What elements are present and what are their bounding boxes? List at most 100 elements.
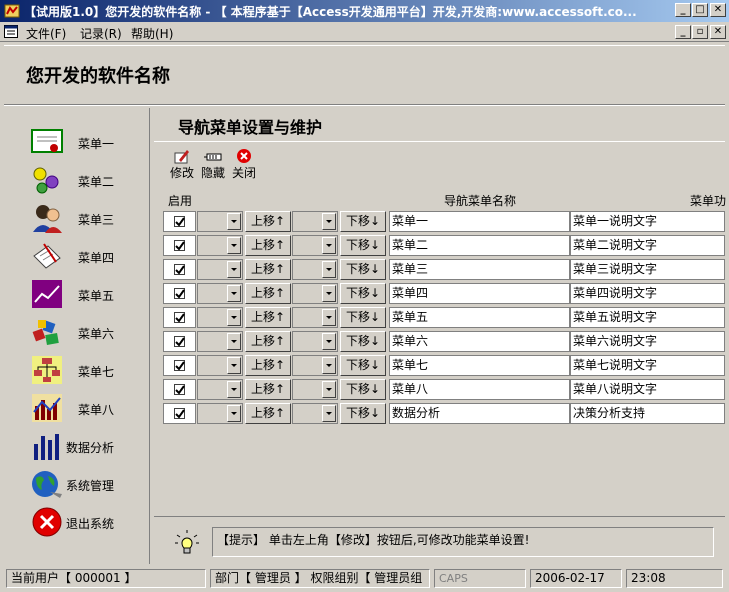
level-combo[interactable] — [197, 379, 243, 400]
menu-desc-cell[interactable]: 菜单二说明文字 — [570, 235, 725, 256]
move-up-button[interactable]: 上移↑ — [245, 307, 291, 328]
order-combo[interactable] — [292, 283, 338, 304]
menu-desc-cell[interactable]: 决策分析支持 — [570, 403, 725, 424]
menu-name-cell[interactable]: 菜单三 — [389, 259, 570, 280]
enabled-checkbox[interactable] — [163, 283, 196, 304]
menu-desc-cell[interactable]: 菜单一说明文字 — [570, 211, 725, 232]
move-down-button[interactable]: 下移↓ — [340, 211, 386, 232]
move-down-button[interactable]: 下移↓ — [340, 331, 386, 352]
sidebar-item-data-analysis[interactable]: 数据分析 — [6, 428, 150, 464]
menu-name-cell[interactable]: 数据分析 — [389, 403, 570, 424]
chevron-down-icon[interactable] — [322, 381, 336, 398]
chevron-down-icon[interactable] — [322, 237, 336, 254]
level-combo[interactable] — [197, 259, 243, 280]
menu-name-cell[interactable]: 菜单四 — [389, 283, 570, 304]
move-up-button[interactable]: 上移↑ — [245, 403, 291, 424]
move-up-button[interactable]: 上移↑ — [245, 283, 291, 304]
level-combo[interactable] — [197, 211, 243, 232]
chevron-down-icon[interactable] — [322, 213, 336, 230]
doc-minimize-button[interactable]: _ — [675, 25, 691, 39]
move-up-button[interactable]: 上移↑ — [245, 235, 291, 256]
menu-desc-cell[interactable]: 菜单六说明文字 — [570, 331, 725, 352]
order-combo[interactable] — [292, 235, 338, 256]
sidebar-item-menu1[interactable]: 菜单一 — [6, 124, 150, 160]
doc-close-button[interactable]: ✕ — [710, 25, 726, 39]
menu-name-cell[interactable]: 菜单二 — [389, 235, 570, 256]
move-up-button[interactable]: 上移↑ — [245, 331, 291, 352]
level-combo[interactable] — [197, 331, 243, 352]
move-down-button[interactable]: 下移↓ — [340, 259, 386, 280]
order-combo[interactable] — [292, 379, 338, 400]
menu-name-cell[interactable]: 菜单五 — [389, 307, 570, 328]
chevron-down-icon[interactable] — [227, 381, 241, 398]
chevron-down-icon[interactable] — [322, 261, 336, 278]
chevron-down-icon[interactable] — [322, 357, 336, 374]
chevron-down-icon[interactable] — [227, 309, 241, 326]
enabled-checkbox[interactable] — [163, 307, 196, 328]
menu-desc-cell[interactable]: 菜单五说明文字 — [570, 307, 725, 328]
enabled-checkbox[interactable] — [163, 403, 196, 424]
chevron-down-icon[interactable] — [227, 357, 241, 374]
order-combo[interactable] — [292, 403, 338, 424]
chevron-down-icon[interactable] — [227, 261, 241, 278]
level-combo[interactable] — [197, 307, 243, 328]
move-up-button[interactable]: 上移↑ — [245, 259, 291, 280]
move-down-button[interactable]: 下移↓ — [340, 379, 386, 400]
move-down-button[interactable]: 下移↓ — [340, 403, 386, 424]
sidebar-item-menu3[interactable]: 菜单三 — [6, 200, 150, 236]
chevron-down-icon[interactable] — [227, 213, 241, 230]
enabled-checkbox[interactable] — [163, 259, 196, 280]
menu-name-cell[interactable]: 菜单一 — [389, 211, 570, 232]
level-combo[interactable] — [197, 403, 243, 424]
level-combo[interactable] — [197, 235, 243, 256]
sidebar-item-menu6[interactable]: 菜单六 — [6, 314, 150, 350]
close-form-button[interactable]: 关闭 — [229, 148, 259, 180]
minimize-button[interactable]: _ — [675, 3, 691, 17]
document-icon[interactable] — [4, 25, 18, 38]
enabled-checkbox[interactable] — [163, 211, 196, 232]
hide-button[interactable]: 隐藏 — [198, 148, 228, 180]
menu-name-cell[interactable]: 菜单六 — [389, 331, 570, 352]
chevron-down-icon[interactable] — [322, 309, 336, 326]
level-combo[interactable] — [197, 355, 243, 376]
order-combo[interactable] — [292, 211, 338, 232]
menu-file[interactable]: 文件(F) — [26, 25, 66, 42]
sidebar-item-menu4[interactable]: 菜单四 — [6, 238, 150, 274]
menu-desc-cell[interactable]: 菜单七说明文字 — [570, 355, 725, 376]
move-down-button[interactable]: 下移↓ — [340, 235, 386, 256]
move-up-button[interactable]: 上移↑ — [245, 211, 291, 232]
sidebar-item-exit[interactable]: 退出系统 — [6, 504, 150, 540]
sidebar-item-menu7[interactable]: 菜单七 — [6, 352, 150, 388]
menu-desc-cell[interactable]: 菜单三说明文字 — [570, 259, 725, 280]
chevron-down-icon[interactable] — [322, 285, 336, 302]
move-down-button[interactable]: 下移↓ — [340, 307, 386, 328]
menu-name-cell[interactable]: 菜单八 — [389, 379, 570, 400]
order-combo[interactable] — [292, 331, 338, 352]
menu-record[interactable]: 记录(R) — [80, 25, 122, 42]
edit-button[interactable]: 修改 — [167, 148, 197, 180]
enabled-checkbox[interactable] — [163, 379, 196, 400]
enabled-checkbox[interactable] — [163, 355, 196, 376]
chevron-down-icon[interactable] — [322, 333, 336, 350]
menu-desc-cell[interactable]: 菜单八说明文字 — [570, 379, 725, 400]
order-combo[interactable] — [292, 355, 338, 376]
level-combo[interactable] — [197, 283, 243, 304]
order-combo[interactable] — [292, 307, 338, 328]
chevron-down-icon[interactable] — [227, 237, 241, 254]
menu-help[interactable]: 帮助(H) — [131, 25, 173, 42]
enabled-checkbox[interactable] — [163, 235, 196, 256]
sidebar-item-system-admin[interactable]: 系统管理 — [6, 466, 150, 502]
move-down-button[interactable]: 下移↓ — [340, 355, 386, 376]
sidebar-item-menu5[interactable]: 菜单五 — [6, 276, 150, 312]
sidebar-item-menu2[interactable]: 菜单二 — [6, 162, 150, 198]
move-up-button[interactable]: 上移↑ — [245, 355, 291, 376]
close-button[interactable]: ✕ — [710, 3, 726, 17]
sidebar-item-menu8[interactable]: 菜单八 — [6, 390, 150, 426]
chevron-down-icon[interactable] — [227, 285, 241, 302]
move-up-button[interactable]: 上移↑ — [245, 379, 291, 400]
order-combo[interactable] — [292, 259, 338, 280]
menu-name-cell[interactable]: 菜单七 — [389, 355, 570, 376]
maximize-button[interactable]: □ — [692, 3, 708, 17]
chevron-down-icon[interactable] — [322, 405, 336, 422]
doc-restore-button[interactable]: ▫ — [692, 25, 708, 39]
